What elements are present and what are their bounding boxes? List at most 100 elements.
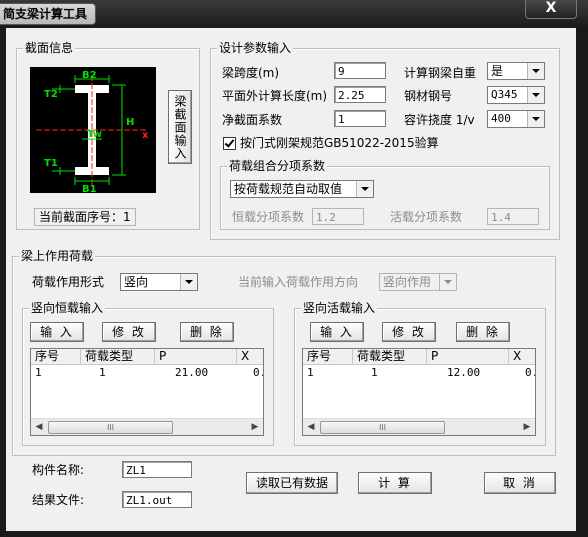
label-h: H: [126, 117, 134, 128]
dead-factor-label: 恒载分项系数: [232, 210, 305, 224]
section-info-title: 截面信息: [23, 41, 76, 55]
chevron-down-icon[interactable]: [527, 111, 544, 127]
self-weight-value: 是: [491, 64, 504, 78]
calculate-button[interactable]: 计 算: [358, 472, 432, 494]
cancel-button[interactable]: 取 消: [484, 472, 556, 494]
label-tw: Tw: [87, 129, 102, 140]
steel-grade-value: Q345: [491, 88, 518, 101]
col-p[interactable]: P: [155, 349, 237, 364]
cell-type: 1: [371, 366, 378, 379]
col-x[interactable]: X: [237, 349, 263, 364]
dead-input-button[interactable]: 输 入: [30, 322, 84, 342]
result-file-input[interactable]: ZL1.out: [122, 491, 192, 508]
col-index[interactable]: 序号: [31, 349, 81, 364]
live-factor-label: 活载分项系数: [390, 210, 463, 224]
span-input[interactable]: 9: [334, 62, 386, 79]
load-direction-value: 竖向作用: [383, 275, 432, 289]
load-direction-select[interactable]: 竖向作用: [379, 273, 457, 291]
dead-table-scrollbar[interactable]: ◀ III ▶: [31, 418, 263, 435]
cell-type: 1: [99, 366, 106, 379]
scroll-thumb[interactable]: III: [48, 421, 173, 434]
deflection-label: 容许挠度 1/v: [404, 113, 475, 127]
label-b1: B1: [82, 184, 97, 193]
label-b2: B2: [82, 70, 97, 81]
scroll-right-icon[interactable]: ▶: [247, 419, 263, 435]
col-p[interactable]: P: [427, 349, 509, 364]
portal-frame-checkbox[interactable]: [223, 137, 236, 150]
current-section-index: 当前截面序号：1: [34, 208, 136, 226]
net-section-label: 净截面系数: [222, 113, 283, 127]
portal-frame-checkbox-label: 按门式刚架规范GB51022-2015验算: [240, 136, 439, 150]
col-load-type[interactable]: 荷载类型: [81, 349, 155, 364]
live-input-button[interactable]: 输 入: [310, 322, 364, 342]
load-form-label: 荷载作用形式: [32, 275, 105, 289]
chevron-down-icon[interactable]: [527, 63, 544, 79]
title-bar: 简支梁计算工具 X: [0, 0, 588, 26]
scroll-left-icon[interactable]: ◀: [31, 419, 47, 435]
dead-delete-button[interactable]: 删 除: [180, 322, 234, 342]
scroll-left-icon[interactable]: ◀: [303, 419, 319, 435]
steel-grade-label: 钢材钢号: [404, 89, 453, 103]
net-section-input[interactable]: 1: [334, 110, 386, 127]
col-x[interactable]: X: [509, 349, 535, 364]
cell-x: 0.: [525, 366, 535, 379]
result-file-label: 结果文件:: [32, 493, 85, 507]
load-form-value: 竖向: [124, 275, 149, 289]
scroll-thumb[interactable]: III: [320, 421, 445, 434]
dead-table-header: 序号 荷载类型 P X: [31, 349, 263, 365]
dead-edit-button[interactable]: 修 改: [102, 322, 156, 342]
window-title: 简支梁计算工具: [0, 3, 97, 25]
cell-x: 0.: [253, 366, 263, 379]
cell-p: 21.00: [175, 366, 209, 379]
factor-mode-value: 按荷载规范自动取值: [234, 182, 343, 196]
table-row[interactable]: 1 1 21.00 0.: [31, 366, 263, 380]
factor-mode-select[interactable]: 按荷载规范自动取值: [230, 180, 374, 198]
span-label: 梁跨度(m): [222, 66, 280, 80]
out-of-plane-label: 平面外计算长度(m): [222, 89, 328, 103]
chevron-down-icon[interactable]: [527, 87, 544, 103]
cell-index: 1: [35, 366, 42, 379]
chevron-down-icon[interactable]: [180, 274, 197, 290]
out-of-plane-input[interactable]: 2.25: [334, 86, 386, 103]
dialog-body: 截面信息 B2 T2 Tw H T1 B1 x 梁截面输入 当前截面序号：1 设…: [6, 28, 576, 531]
beam-loads-title: 梁上作用荷载: [19, 249, 96, 263]
dead-factor-input[interactable]: 1.2: [312, 208, 364, 225]
live-load-table[interactable]: 序号 荷载类型 P X 1 1 12.00 0. ◀ III ▶: [302, 348, 536, 436]
load-direction-label: 当前输入荷载作用方向: [238, 275, 359, 289]
deflection-select[interactable]: 400: [487, 110, 545, 128]
cell-index: 1: [307, 366, 314, 379]
live-table-header: 序号 荷载类型 P X: [303, 349, 535, 365]
scroll-right-icon[interactable]: ▶: [519, 419, 535, 435]
label-t2: T2: [44, 89, 58, 100]
live-table-scrollbar[interactable]: ◀ III ▶: [303, 418, 535, 435]
self-weight-select[interactable]: 是: [487, 62, 545, 80]
design-params-title: 设计参数输入: [217, 41, 294, 55]
chevron-down-icon[interactable]: [439, 274, 456, 290]
chevron-down-icon[interactable]: [356, 181, 373, 197]
read-data-button[interactable]: 读取已有数据: [246, 472, 338, 494]
table-row[interactable]: 1 1 12.00 0.: [303, 366, 535, 380]
deflection-value: 400: [491, 112, 511, 125]
col-load-type[interactable]: 荷载类型: [353, 349, 427, 364]
live-edit-button[interactable]: 修 改: [382, 322, 436, 342]
load-factors-title: 荷载组合分项系数: [227, 159, 328, 173]
load-form-select[interactable]: 竖向: [120, 273, 198, 291]
col-index[interactable]: 序号: [303, 349, 353, 364]
dead-load-table[interactable]: 序号 荷载类型 P X 1 1 21.00 0. ◀ III ▶: [30, 348, 264, 436]
app-window: 简支梁计算工具 X 截面信息 B2 T2 Tw H T1 B1 x 梁截面输入 …: [0, 0, 588, 537]
label-t1: T1: [44, 158, 58, 169]
live-factor-input[interactable]: 1.4: [487, 208, 539, 225]
section-diagram: B2 T2 Tw H T1 B1 x: [30, 67, 156, 195]
dead-load-title: 竖向恒载输入: [29, 301, 106, 315]
member-name-input[interactable]: ZL1: [122, 461, 192, 478]
self-weight-label: 计算钢梁自重: [404, 66, 477, 80]
steel-grade-select[interactable]: Q345: [487, 86, 545, 104]
member-name-label: 构件名称:: [32, 463, 85, 477]
close-button[interactable]: X: [525, 0, 577, 19]
label-x-axis: x: [142, 130, 149, 141]
cell-p: 12.00: [447, 366, 481, 379]
live-load-title: 竖向活载输入: [301, 301, 378, 315]
i-beam-drawing: B2 T2 Tw H T1 B1 x: [36, 70, 149, 195]
section-input-button[interactable]: 梁截面输入: [168, 90, 192, 164]
live-delete-button[interactable]: 删 除: [456, 322, 510, 342]
